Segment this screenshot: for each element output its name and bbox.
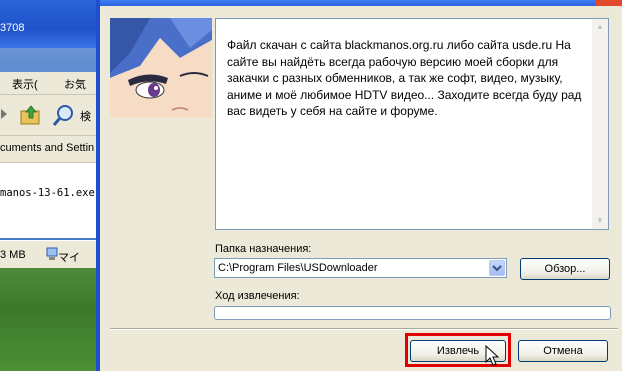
extraction-progress-bar — [214, 306, 611, 320]
back-arrow-icon[interactable] — [0, 105, 8, 126]
status-computer: マイ — [58, 252, 80, 264]
browse-button[interactable]: Обзор... — [520, 258, 610, 280]
scroll-up-icon[interactable]: ▲ — [593, 20, 607, 34]
scroll-down-icon[interactable]: ▼ — [593, 214, 607, 228]
destination-label: Папка назначения: — [215, 243, 312, 255]
cancel-button[interactable]: Отмена — [518, 340, 608, 362]
info-text-area[interactable]: Файл скачан с сайта blackmanos.org.ru ли… — [215, 18, 609, 230]
address-bar[interactable]: cuments and Settin — [0, 136, 100, 163]
divider — [110, 328, 618, 330]
background-toolbar: 検 — [0, 95, 100, 136]
computer-icon — [46, 247, 58, 264]
destination-value: C:\Program Files\USDownloader — [218, 262, 378, 274]
menu-view[interactable]: 表示( — [12, 76, 38, 92]
file-item[interactable]: manos-13-61.exe — [0, 187, 95, 199]
status-bar: 3 MB マイ — [0, 240, 100, 269]
close-button[interactable] — [596, 0, 622, 6]
status-size: 3 MB — [0, 249, 26, 261]
progress-label: Ход извлечения: — [215, 290, 300, 302]
background-title-bar: 3708 — [0, 0, 100, 48]
background-title-fragment: 3708 — [0, 22, 25, 34]
background-explorer-window: 3708 表示( お気 検 cuments and Settin manos-1… — [0, 0, 100, 371]
background-menu-bar: 表示( お気 — [0, 72, 100, 95]
menu-favorites[interactable]: お気 — [64, 76, 86, 92]
search-button-label[interactable]: 検 — [80, 108, 91, 124]
up-folder-icon[interactable] — [20, 105, 42, 128]
extract-dialog: Файл скачан с сайта blackmanos.org.ru ли… — [96, 0, 622, 371]
destination-combo[interactable]: C:\Program Files\USDownloader — [214, 258, 507, 278]
chevron-down-icon[interactable] — [489, 260, 505, 276]
vertical-scrollbar[interactable]: ▲ ▼ — [592, 19, 608, 229]
dialog-title-bar — [100, 0, 622, 6]
desktop-wallpaper — [0, 268, 100, 371]
address-text: cuments and Settin — [0, 142, 95, 154]
info-text: Файл скачан с сайта blackmanos.org.ru ли… — [227, 38, 582, 118]
anime-banner-image — [110, 18, 212, 118]
mouse-pointer-icon — [485, 344, 500, 370]
file-list-pane: manos-13-61.exe — [0, 163, 100, 238]
search-icon[interactable] — [52, 105, 76, 130]
